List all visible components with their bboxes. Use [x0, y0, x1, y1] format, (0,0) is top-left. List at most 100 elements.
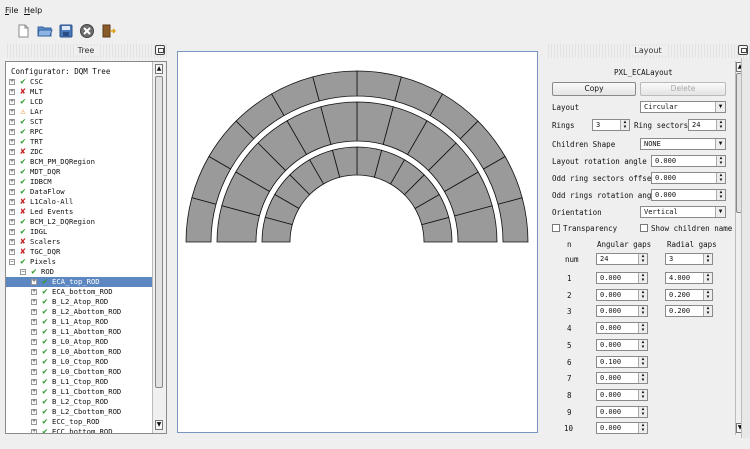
num-radial-spinbox[interactable]: 3 ▲ ▼	[665, 253, 713, 265]
rotation-spinbox[interactable]: 0.000 ▲ ▼	[651, 155, 726, 167]
tree-item[interactable]: + ✔ BCM_L2_DQRegion	[6, 217, 152, 227]
angular-gap-spinbox[interactable]: 0.000 ▲ ▼	[596, 422, 648, 435]
expand-icon[interactable]: +	[9, 219, 15, 225]
tree-item[interactable]: + ✔ B_L0_Atop_ROD	[6, 337, 152, 347]
tree-item[interactable]: + ✔ B_L1_Abottom_ROD	[6, 327, 152, 337]
tree-item[interactable]: + ✔ MDT_DQR	[6, 167, 152, 177]
expand-icon[interactable]: +	[31, 399, 37, 405]
expand-icon[interactable]: +	[9, 179, 15, 185]
tree-item[interactable]: + ✔ CSC	[6, 77, 152, 87]
transparency-checkbox[interactable]	[552, 224, 560, 232]
sector-ring3-12[interactable]	[185, 197, 217, 243]
copy-button[interactable]: Copy	[552, 82, 636, 96]
expand-icon[interactable]: +	[31, 359, 37, 365]
expand-icon[interactable]: +	[9, 139, 15, 145]
radial-gap-spinbox[interactable]: 0.200 ▲ ▼	[665, 288, 713, 301]
expand-icon[interactable]: +	[9, 149, 15, 155]
tree-view[interactable]: Configurator: DQM Tree + ✔ CSC + ✘ MLT + ✔ LCD + ⚠…	[5, 61, 167, 434]
tree-item[interactable]: + ✔ B_L2_Atop_ROD	[6, 297, 152, 307]
expand-icon[interactable]: +	[31, 289, 37, 295]
float-dock-icon[interactable]	[738, 45, 748, 55]
ring-sectors-spinbox[interactable]: 24 ▲ ▼	[688, 119, 726, 131]
expand-icon[interactable]: +	[31, 369, 37, 375]
expand-icon[interactable]: +	[31, 419, 37, 425]
odd-offset-spinbox[interactable]: 0.000 ▲ ▼	[651, 172, 726, 184]
float-dock-icon[interactable]	[155, 45, 165, 55]
tree-item[interactable]: + ✔ RPC	[6, 127, 152, 137]
angular-gap-spinbox[interactable]: 0.000 ▲ ▼	[596, 405, 648, 418]
tree-item[interactable]: + ⚠ LAr	[6, 107, 152, 117]
expand-icon[interactable]: +	[31, 409, 37, 415]
angular-gap-spinbox[interactable]: 0.000 ▲ ▼	[596, 288, 648, 301]
menu-help[interactable]: Help	[24, 6, 42, 15]
children-shape-select[interactable]: NONE ▼	[640, 138, 726, 150]
tree-item[interactable]: + ✔ ECA_top_ROD	[6, 277, 152, 287]
scroll-thumb[interactable]	[155, 76, 163, 388]
expand-icon[interactable]: +	[9, 119, 15, 125]
expand-icon[interactable]: +	[9, 249, 15, 255]
expand-icon[interactable]: +	[9, 79, 15, 85]
tree-item[interactable]: − ✔ ROD	[6, 267, 152, 277]
tree-item[interactable]: + ✘ Scalers	[6, 237, 152, 247]
tree-item[interactable]: + ✔ B_L2_Cbottom_ROD	[6, 407, 152, 417]
tree-item[interactable]: + ✔ B_L2_Ctop_ROD	[6, 397, 152, 407]
angular-gap-spinbox[interactable]: 0.100 ▲ ▼	[596, 355, 648, 368]
tree-scrollbar[interactable]: ▲ ▼	[152, 62, 166, 433]
expand-icon[interactable]: +	[9, 159, 15, 165]
tree-item[interactable]: + ✘ MLT	[6, 87, 152, 97]
tree-item[interactable]: + ✔ DataFlow	[6, 187, 152, 197]
sector-ring3-7[interactable]	[312, 70, 358, 102]
tree-item[interactable]: + ✔ IDGL	[6, 227, 152, 237]
close-icon[interactable]	[79, 23, 95, 39]
tree-item[interactable]: + ✔ B_L0_Abottom_ROD	[6, 347, 152, 357]
tree-item[interactable]: + ✔ B_L1_Atop_ROD	[6, 317, 152, 327]
expand-icon[interactable]: +	[9, 89, 15, 95]
expand-icon[interactable]: +	[31, 349, 37, 355]
tree-item[interactable]: + ✔ SCT	[6, 117, 152, 127]
tree-item[interactable]: + ✘ L1Calo-All	[6, 197, 152, 207]
collapse-icon[interactable]: −	[20, 269, 26, 275]
exit-icon[interactable]	[100, 23, 117, 39]
menu-file[interactable]: File	[5, 6, 18, 15]
expand-icon[interactable]: +	[31, 339, 37, 345]
expand-icon[interactable]: +	[31, 309, 37, 315]
show-children-checkbox[interactable]	[640, 224, 648, 232]
tree-item[interactable]: + ✔ B_L2_Abottom_ROD	[6, 307, 152, 317]
tree-item[interactable]: + ✔ B_L0_Ctop_ROD	[6, 357, 152, 367]
odd-rotation-spinbox[interactable]: 0.000 ▲ ▼	[651, 189, 726, 201]
save-icon[interactable]	[58, 23, 74, 39]
radial-gap-spinbox[interactable]: 4.000 ▲ ▼	[665, 272, 713, 284]
scroll-down-icon[interactable]: ▼	[155, 420, 163, 430]
tree-item[interactable]: + ✔ ECA_bottom_ROD	[6, 287, 152, 297]
tree-item[interactable]: + ✔ ECC_bottom_ROD	[6, 427, 152, 433]
expand-icon[interactable]: +	[31, 429, 37, 433]
tree-item[interactable]: − ✔ Pixels	[6, 257, 152, 267]
angular-gap-spinbox[interactable]: 0.000 ▲ ▼	[596, 322, 648, 335]
tree-item[interactable]: + ✘ ZDC	[6, 147, 152, 157]
expand-icon[interactable]: +	[9, 199, 15, 205]
expand-icon[interactable]: +	[31, 329, 37, 335]
layout-canvas[interactable]	[177, 51, 538, 433]
num-angular-spinbox[interactable]: 24 ▲ ▼	[596, 253, 648, 265]
rings-spinbox[interactable]: 3 ▲ ▼	[592, 119, 630, 131]
sector-ring3-1[interactable]	[497, 197, 529, 243]
angular-gap-spinbox[interactable]: 0.000 ▲ ▼	[596, 372, 648, 385]
expand-icon[interactable]: +	[9, 169, 15, 175]
tree-item[interactable]: + ✔ LCD	[6, 97, 152, 107]
expand-icon[interactable]: +	[31, 319, 37, 325]
tree-item[interactable]: + ✔ IDBCM	[6, 177, 152, 187]
expand-icon[interactable]: +	[9, 239, 15, 245]
expand-icon[interactable]: +	[9, 209, 15, 215]
radial-gap-spinbox[interactable]: 0.200 ▲ ▼	[665, 305, 713, 318]
expand-icon[interactable]: +	[31, 389, 37, 395]
orientation-select[interactable]: Vertical ▼	[640, 206, 726, 218]
angular-gap-spinbox[interactable]: 0.000 ▲ ▼	[596, 305, 648, 318]
new-file-icon[interactable]	[15, 23, 31, 39]
expand-icon[interactable]: +	[9, 99, 15, 105]
expand-icon[interactable]: +	[9, 109, 15, 115]
angular-gap-spinbox[interactable]: 0.000 ▲ ▼	[596, 388, 648, 401]
expand-icon[interactable]: +	[31, 299, 37, 305]
tree-item[interactable]: + ✘ Led Events	[6, 207, 152, 217]
layout-select[interactable]: Circular ▼	[640, 101, 726, 113]
collapse-icon[interactable]: −	[9, 259, 15, 265]
